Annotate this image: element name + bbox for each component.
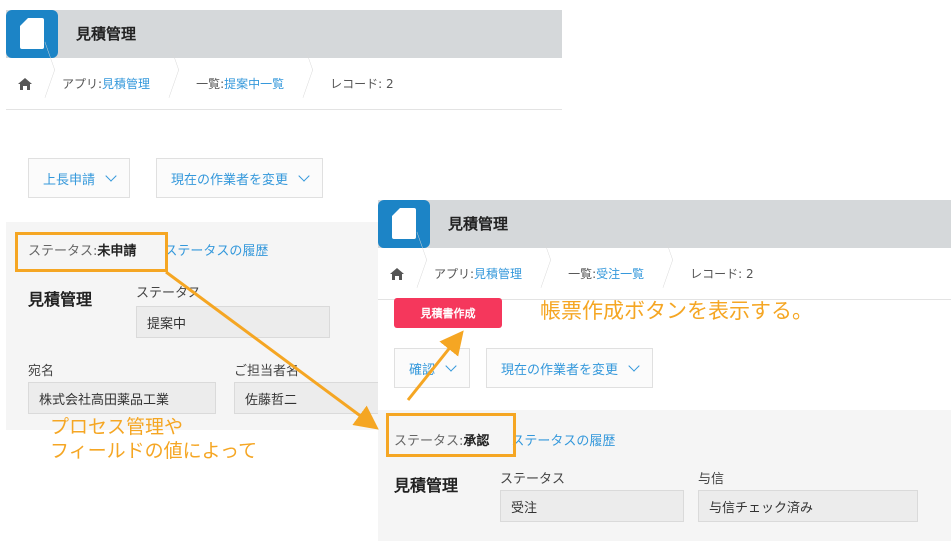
app-header: 見積管理 (6, 10, 562, 58)
breadcrumb-list-prefix: 一覧: (196, 77, 225, 91)
breadcrumb-record-label: レコード: 2 (690, 267, 754, 281)
document-icon[interactable] (378, 200, 430, 248)
breadcrumb: アプリ: 見積管理 一覧: 提案中一覧 レコード: 2 (6, 41, 562, 110)
change-assignee-label: 現在の作業者を変更 (171, 172, 289, 188)
app-title: 見積管理 (76, 25, 137, 43)
breadcrumb-list[interactable]: 一覧: 受注一覧 (550, 231, 674, 299)
field-group-title: 見積管理 (28, 290, 93, 309)
breadcrumb-app-link[interactable]: 見積管理 (474, 265, 522, 282)
breadcrumb-home[interactable] (6, 41, 55, 109)
process-action-button[interactable]: 上長申請 (28, 158, 131, 198)
document-icon[interactable] (6, 10, 58, 58)
process-action-label: 上長申請 (43, 172, 96, 188)
breadcrumb-list-link[interactable]: 提案中一覧 (224, 75, 284, 92)
home-icon (18, 77, 32, 90)
breadcrumb-list-prefix: 一覧: (568, 267, 597, 281)
app-title: 見積管理 (448, 215, 509, 233)
change-assignee-button[interactable]: 現在の作業者を変更 (486, 348, 654, 388)
status-highlight-before (15, 232, 168, 272)
process-action-label: 確認 (409, 362, 436, 378)
status-field-label: ステータス (136, 286, 202, 301)
status-field-value: 受注 (500, 490, 684, 522)
credit-field-label: 与信 (698, 472, 725, 487)
breadcrumb-record: レコード: 2 (672, 248, 782, 299)
annotation-condition-line1: プロセス管理や (50, 416, 184, 438)
contact-field-label: ご担当者名 (234, 364, 300, 379)
create-estimate-pdf-button[interactable]: 見積書作成 (394, 298, 502, 328)
change-assignee-label: 現在の作業者を変更 (501, 362, 619, 378)
home-icon (390, 267, 404, 280)
breadcrumb-record-label: レコード: 2 (330, 77, 394, 91)
annotation-condition-line2: フィールドの値によって (50, 440, 258, 462)
status-history-link[interactable]: ステータスの履歴 (164, 240, 268, 259)
status-highlight-after (386, 413, 516, 457)
breadcrumb-app-prefix: アプリ: (62, 77, 103, 91)
chevron-down-icon (105, 170, 117, 182)
status-field-value: 提案中 (136, 306, 330, 338)
breadcrumb-list-link[interactable]: 受注一覧 (596, 265, 644, 282)
chevron-down-icon (298, 170, 310, 182)
credit-field-value: 与信チェック済み (698, 490, 918, 522)
breadcrumb-app-prefix: アプリ: (434, 267, 475, 281)
contact-field-value: 佐藤哲二 (234, 382, 384, 414)
addressee-field-label: 宛名 (28, 364, 55, 379)
chevron-down-icon (445, 360, 457, 372)
breadcrumb-app[interactable]: アプリ: 見積管理 (416, 231, 552, 299)
breadcrumb-record: レコード: 2 (312, 58, 422, 109)
chevron-down-icon (628, 360, 640, 372)
status-history-link[interactable]: ステータスの履歴 (511, 430, 615, 449)
annotation-result: 帳票作成ボタンを表示する。 (540, 299, 813, 323)
status-field-label: ステータス (500, 472, 566, 487)
addressee-field-value: 株式会社高田薬品工業 (28, 382, 216, 414)
process-action-button[interactable]: 確認 (394, 348, 471, 388)
breadcrumb-home[interactable] (378, 231, 427, 299)
record-view-after: 見積管理 アプリ: 見積管理 一覧: 受注一覧 レコード: 2 見積書作成 確認… (378, 200, 951, 541)
breadcrumb-app-link[interactable]: 見積管理 (102, 75, 150, 92)
field-group-title: 見積管理 (394, 476, 459, 495)
breadcrumb: アプリ: 見積管理 一覧: 受注一覧 レコード: 2 (378, 231, 951, 300)
breadcrumb-app[interactable]: アプリ: 見積管理 (44, 41, 180, 109)
change-assignee-button[interactable]: 現在の作業者を変更 (156, 158, 324, 198)
breadcrumb-list[interactable]: 一覧: 提案中一覧 (178, 41, 314, 109)
